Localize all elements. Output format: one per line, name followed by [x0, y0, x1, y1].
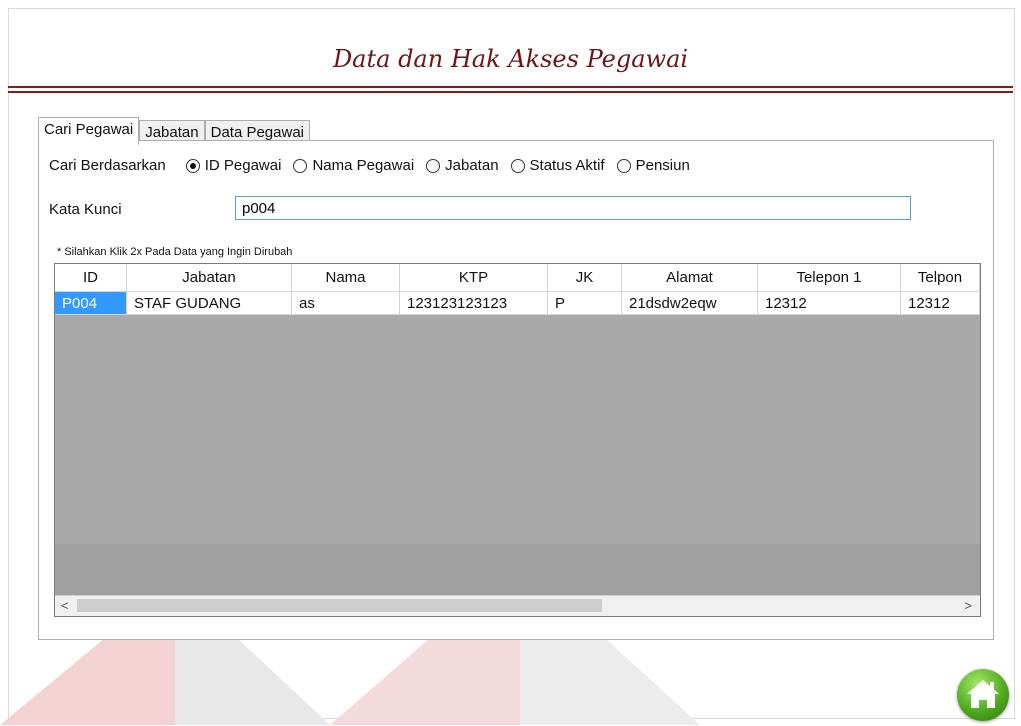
radio-pensiun[interactable]: Pensiun	[616, 157, 690, 174]
title-divider	[8, 86, 1013, 88]
radio-dot-icon	[616, 158, 631, 173]
cell-telpon[interactable]: 12312	[901, 292, 980, 315]
cell-nama[interactable]: as	[292, 292, 400, 315]
radio-dot-icon	[426, 158, 441, 173]
search-criteria-row: Cari Berdasarkan ID Pegawai Nama Pegawai…	[49, 157, 702, 174]
column-header-id[interactable]: ID	[55, 264, 127, 292]
grid-empty-area	[55, 315, 980, 544]
keyword-label: Kata Kunci	[49, 201, 122, 218]
grid-header: ID Jabatan Nama KTP JK Alamat Telepon 1 …	[55, 264, 980, 292]
cell-alamat[interactable]: 21dsdw2eqw	[622, 292, 758, 315]
table-row[interactable]: P004 STAF GUDANG as 123123123123 P 21dsd…	[55, 292, 980, 315]
radio-dot-icon	[185, 158, 200, 173]
radio-nama-pegawai[interactable]: Nama Pegawai	[293, 157, 414, 174]
column-header-alamat[interactable]: Alamat	[622, 264, 758, 292]
radio-jabatan[interactable]: Jabatan	[426, 157, 499, 174]
radio-dot-icon	[293, 158, 308, 173]
horizontal-scrollbar[interactable]: < >	[55, 595, 980, 616]
title-divider-secondary	[8, 91, 1013, 93]
cell-id[interactable]: P004	[55, 292, 127, 315]
column-header-jk[interactable]: JK	[548, 264, 622, 292]
cell-jabatan[interactable]: STAF GUDANG	[127, 292, 292, 315]
cell-ktp[interactable]: 123123123123	[400, 292, 548, 315]
column-header-telepon-1[interactable]: Telepon 1	[758, 264, 901, 292]
radio-status-aktif[interactable]: Status Aktif	[510, 157, 605, 174]
scroll-left-icon[interactable]: <	[61, 598, 69, 613]
scroll-right-icon[interactable]: >	[964, 598, 972, 613]
tab-panel-cari-pegawai: Cari Berdasarkan ID Pegawai Nama Pegawai…	[38, 140, 994, 640]
scrollbar-thumb[interactable]	[77, 599, 602, 612]
keyword-input[interactable]	[235, 196, 911, 220]
tab-strip: Cari Pegawai Jabatan Data Pegawai	[38, 117, 311, 145]
radio-id-pegawai[interactable]: ID Pegawai	[185, 157, 281, 174]
column-header-ktp[interactable]: KTP	[400, 264, 548, 292]
column-header-jabatan[interactable]: Jabatan	[127, 264, 292, 292]
home-button[interactable]	[957, 669, 1009, 721]
tab-cari-pegawai[interactable]: Cari Pegawai	[38, 117, 140, 145]
grid-empty-area-lower	[55, 544, 980, 596]
search-by-label: Cari Berdasarkan	[49, 157, 166, 174]
radio-dot-icon	[510, 158, 525, 173]
employee-grid[interactable]: ID Jabatan Nama KTP JK Alamat Telepon 1 …	[54, 263, 981, 617]
cell-jk[interactable]: P	[548, 292, 622, 315]
home-icon	[967, 680, 999, 708]
edit-hint: * Silahkan Klik 2x Pada Data yang Ingin …	[57, 246, 293, 258]
column-header-nama[interactable]: Nama	[292, 264, 400, 292]
cell-telepon-1[interactable]: 12312	[758, 292, 901, 315]
page-title: Data dan Hak Akses Pegawai	[332, 45, 689, 73]
column-header-telpon[interactable]: Telpon	[901, 264, 980, 292]
